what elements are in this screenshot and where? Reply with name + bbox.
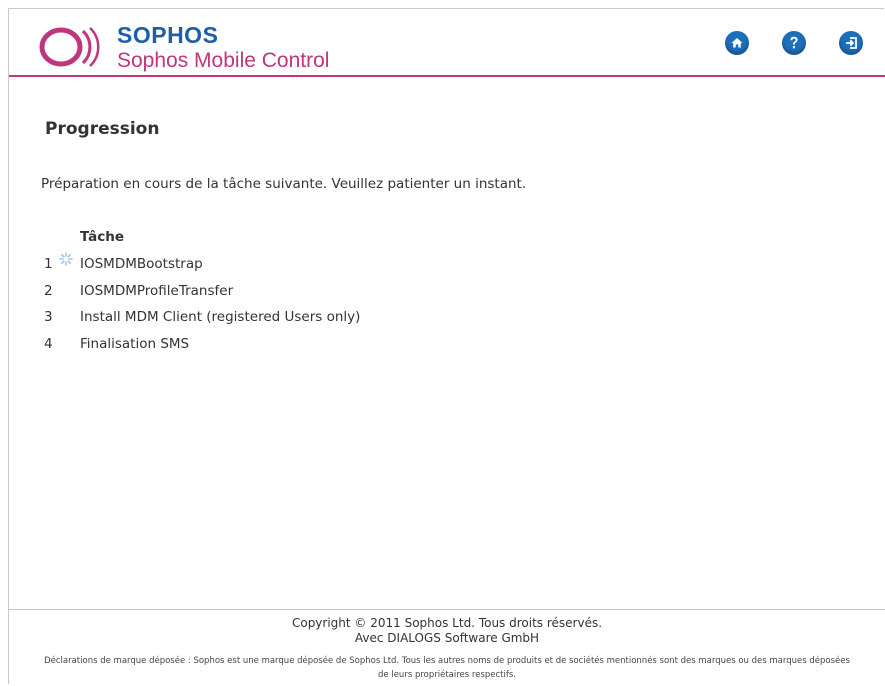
task-number: 2 [44,283,53,299]
copyright-text: Copyright © 2011 Sophos Ltd. Tous droits… [291,616,603,630]
help-icon [790,36,798,49]
task-number: 4 [44,336,53,352]
footer-trademark: Déclarations de marque déposée : Sophos … [9,654,885,682]
task-column-header: Tâche [80,229,125,245]
logout-button[interactable] [839,31,863,55]
partner-text: Avec DIALOGS Software GmbH [354,631,540,645]
home-button[interactable] [725,31,749,55]
intro-text: Préparation en cours de la tâche suivant… [41,176,527,192]
task-number: 1 [44,256,53,272]
footer-divider [9,609,885,610]
help-button[interactable] [782,31,806,55]
app-header: SOPHOS Sophos Mobile Control [9,9,885,75]
loading-spinner-icon [59,252,73,266]
footer-copyright: Copyright © 2011 Sophos Ltd. Tous droits… [9,616,885,646]
home-icon [731,38,743,48]
task-number: 3 [44,309,53,325]
sophos-logo-icon [39,27,100,67]
task-name: Finalisation SMS [80,336,190,352]
logout-icon [846,37,857,49]
task-name: Install MDM Client (registered Users onl… [80,309,361,325]
header-divider [9,75,885,77]
page-title: Progression [45,119,160,139]
brand-name: SOPHOS [117,22,219,48]
product-name: Sophos Mobile Control [117,49,330,72]
task-name: IOSMDMProfileTransfer [80,283,234,299]
trademark-line-1: Déclarations de marque déposée : Sophos … [44,656,850,666]
trademark-line-2: de leurs propriétaires respectifs. [378,670,516,680]
task-name: IOSMDMBootstrap [80,256,203,272]
